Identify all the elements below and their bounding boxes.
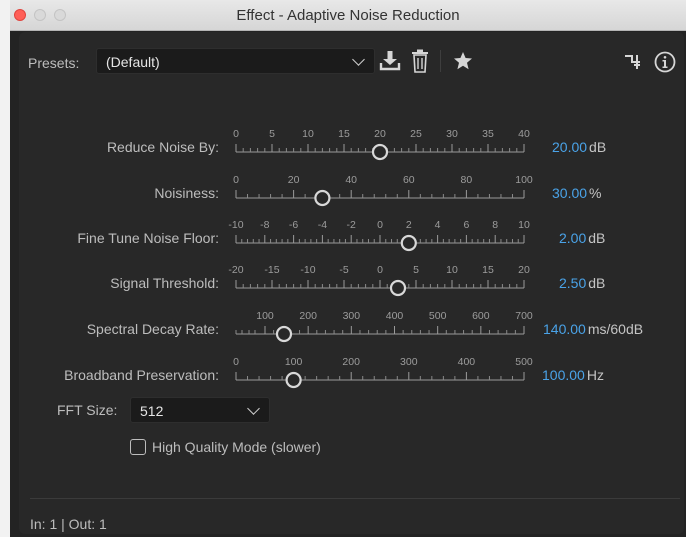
fft-size-selected-value: 512 (140, 403, 164, 419)
param-value-number[interactable]: 100.00 (542, 367, 585, 383)
high-quality-checkbox[interactable] (130, 439, 146, 455)
slider-handle[interactable] (285, 371, 302, 389)
param-value-unit: Hz (586, 367, 604, 383)
io-status: In: 1 | Out: 1 (30, 516, 107, 532)
high-quality-label[interactable]: High Quality Mode (slower) (152, 439, 321, 455)
fft-size-label: FFT Size: (57, 402, 118, 418)
status-divider (30, 498, 680, 499)
fft-size-dropdown[interactable]: 512 (130, 397, 270, 423)
slider-ruler (235, 371, 525, 389)
param-value[interactable]: 100.00 Hz (542, 367, 604, 383)
effect-window: Effect - Adaptive Noise Reduction Preset… (10, 0, 686, 537)
chevron-down-icon (247, 402, 260, 415)
